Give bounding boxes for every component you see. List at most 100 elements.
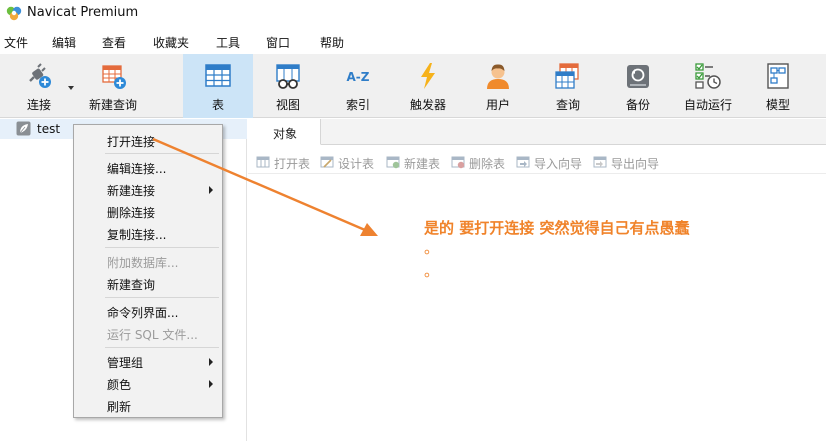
automation-icon <box>695 63 721 89</box>
new-query-icon <box>102 65 126 89</box>
menu-item-label: 刷新 <box>107 400 132 414</box>
view-icon <box>276 64 300 89</box>
toolbar-connection-button[interactable]: 连接 <box>4 54 74 118</box>
tab-label: 对象 <box>273 127 298 141</box>
menu-favorites[interactable]: 收藏夹 <box>153 34 189 51</box>
menu-item-label: 管理组 <box>107 356 144 370</box>
menu-item-label: 新建连接 <box>107 184 156 198</box>
index-az-icon: A-Z <box>347 70 370 84</box>
toolbar-label: 索引 <box>345 98 370 112</box>
connection-context-menu: 打开连接 编辑连接... 新建连接 删除连接 复制连接... 附加数据库... … <box>73 124 223 418</box>
toolbar-trigger-button[interactable]: 触发器 <box>393 54 463 118</box>
menu-window[interactable]: 窗口 <box>266 34 290 51</box>
toolbar-new-query-button[interactable]: 新建查询 <box>78 54 148 118</box>
toolbar-label: 连接 <box>26 98 51 112</box>
navicat-logo-icon <box>6 6 22 21</box>
plug-connection-icon <box>29 63 51 88</box>
submenu-arrow-icon <box>209 186 213 194</box>
toolbar-model-button[interactable]: 模型 <box>743 54 813 118</box>
query-icon <box>555 63 579 89</box>
toolbar-view-button[interactable]: 视图 <box>253 54 323 118</box>
menu-item-label: 运行 SQL 文件... <box>107 328 198 342</box>
menu-item-new-connection[interactable]: 新建连接 <box>74 178 222 200</box>
menu-item-label: 编辑连接... <box>107 162 167 176</box>
menu-separator <box>105 153 219 154</box>
menu-bar: 文件 编辑 查看 收藏夹 工具 窗口 帮助 <box>0 30 826 52</box>
object-toolbar-label: 导入向导 <box>534 157 583 171</box>
export-wizard-icon <box>593 156 607 168</box>
svg-text:A-Z: A-Z <box>347 70 370 84</box>
model-icon <box>767 63 789 89</box>
menu-separator <box>105 297 219 298</box>
annotation-dot: 。 <box>424 239 440 257</box>
object-toolbar-label: 导出向导 <box>611 157 660 171</box>
menu-edit[interactable]: 编辑 <box>52 34 76 51</box>
main-toolbar: 连接 新建查询 表 视图 A-Z 索引 触发器 用户 查询 备份 自动运行 模型 <box>0 54 826 118</box>
toolbar-label: 查询 <box>555 98 580 112</box>
toolbar-backup-button[interactable]: 备份 <box>603 54 673 118</box>
menu-separator <box>105 247 219 248</box>
toolbar-index-button[interactable]: A-Z 索引 <box>323 54 393 118</box>
menu-item-open-connection[interactable]: 打开连接 <box>74 129 222 151</box>
toolbar-label: 新建查询 <box>88 98 137 112</box>
submenu-arrow-icon <box>209 380 213 388</box>
connection-name: test <box>37 122 61 136</box>
toolbar-label: 备份 <box>625 98 650 112</box>
new-table-icon <box>386 156 400 169</box>
menu-item-copy-connection[interactable]: 复制连接... <box>74 222 222 244</box>
toolbar-label: 用户 <box>485 98 510 112</box>
menu-item-label: 附加数据库... <box>107 256 179 270</box>
toolbar-label: 自动运行 <box>683 98 732 112</box>
toolbar-label: 表 <box>211 98 224 112</box>
annotation-text: 是的 要打开连接 突然觉得自己有点愚蠢 <box>424 219 690 237</box>
connection-dropdown-arrow[interactable] <box>68 86 74 90</box>
object-toolbar-label: 设计表 <box>338 157 375 171</box>
menu-item-console[interactable]: 命令列界面... <box>74 300 222 322</box>
menu-item-label: 新建查询 <box>107 278 156 292</box>
toolbar-label: 触发器 <box>409 98 446 112</box>
toolbar-automation-button[interactable]: 自动运行 <box>673 54 743 118</box>
annotation-dot: 。 <box>424 262 440 280</box>
backup-icon <box>627 65 649 88</box>
menu-item-attach-database: 附加数据库... <box>74 250 222 272</box>
object-content-area[interactable] <box>248 176 826 441</box>
menu-tools[interactable]: 工具 <box>216 34 240 51</box>
submenu-arrow-icon <box>209 358 213 366</box>
import-wizard-icon <box>516 156 530 168</box>
toolbar-label: 模型 <box>765 98 790 112</box>
tab-strip: 对象 <box>248 119 826 145</box>
delete-table-icon <box>451 156 465 169</box>
menu-item-label: 复制连接... <box>107 228 167 242</box>
object-toolbar-label: 新建表 <box>404 157 441 171</box>
open-table-icon <box>256 156 270 168</box>
toolbar-user-button[interactable]: 用户 <box>463 54 533 118</box>
menu-item-run-sql-file: 运行 SQL 文件... <box>74 322 222 344</box>
title-bar: Navicat Premium <box>0 0 826 26</box>
object-toolbar: 打开表 设计表 新建表 删除表 导入向导 导出向导 <box>248 150 826 174</box>
menu-help[interactable]: 帮助 <box>320 34 344 51</box>
menu-item-label: 删除连接 <box>107 206 156 220</box>
object-toolbar-label: 删除表 <box>469 157 506 171</box>
menu-item-refresh[interactable]: 刷新 <box>74 394 222 416</box>
toolbar-table-button[interactable]: 表 <box>183 54 253 118</box>
menu-file[interactable]: 文件 <box>4 34 28 51</box>
menu-item-label: 颜色 <box>107 378 132 392</box>
toolbar-query-button[interactable]: 查询 <box>533 54 603 118</box>
menu-item-manage-group[interactable]: 管理组 <box>74 350 222 372</box>
connection-leaf-icon <box>16 121 31 136</box>
menu-item-new-query[interactable]: 新建查询 <box>74 272 222 294</box>
tab-objects[interactable]: 对象 <box>248 119 321 145</box>
trigger-lightning-icon <box>421 63 435 89</box>
menu-item-edit-connection[interactable]: 编辑连接... <box>74 156 222 178</box>
menu-item-label: 命令列界面... <box>107 306 179 320</box>
menu-separator <box>105 347 219 348</box>
toolbar-label: 视图 <box>275 98 300 112</box>
object-toolbar-label: 打开表 <box>274 157 311 171</box>
design-table-icon <box>320 156 334 168</box>
window-title: Navicat Premium <box>27 5 139 20</box>
menu-item-color[interactable]: 颜色 <box>74 372 222 394</box>
menu-item-delete-connection[interactable]: 删除连接 <box>74 200 222 222</box>
table-icon <box>205 64 231 87</box>
menu-view[interactable]: 查看 <box>102 34 126 51</box>
user-icon <box>487 64 509 89</box>
